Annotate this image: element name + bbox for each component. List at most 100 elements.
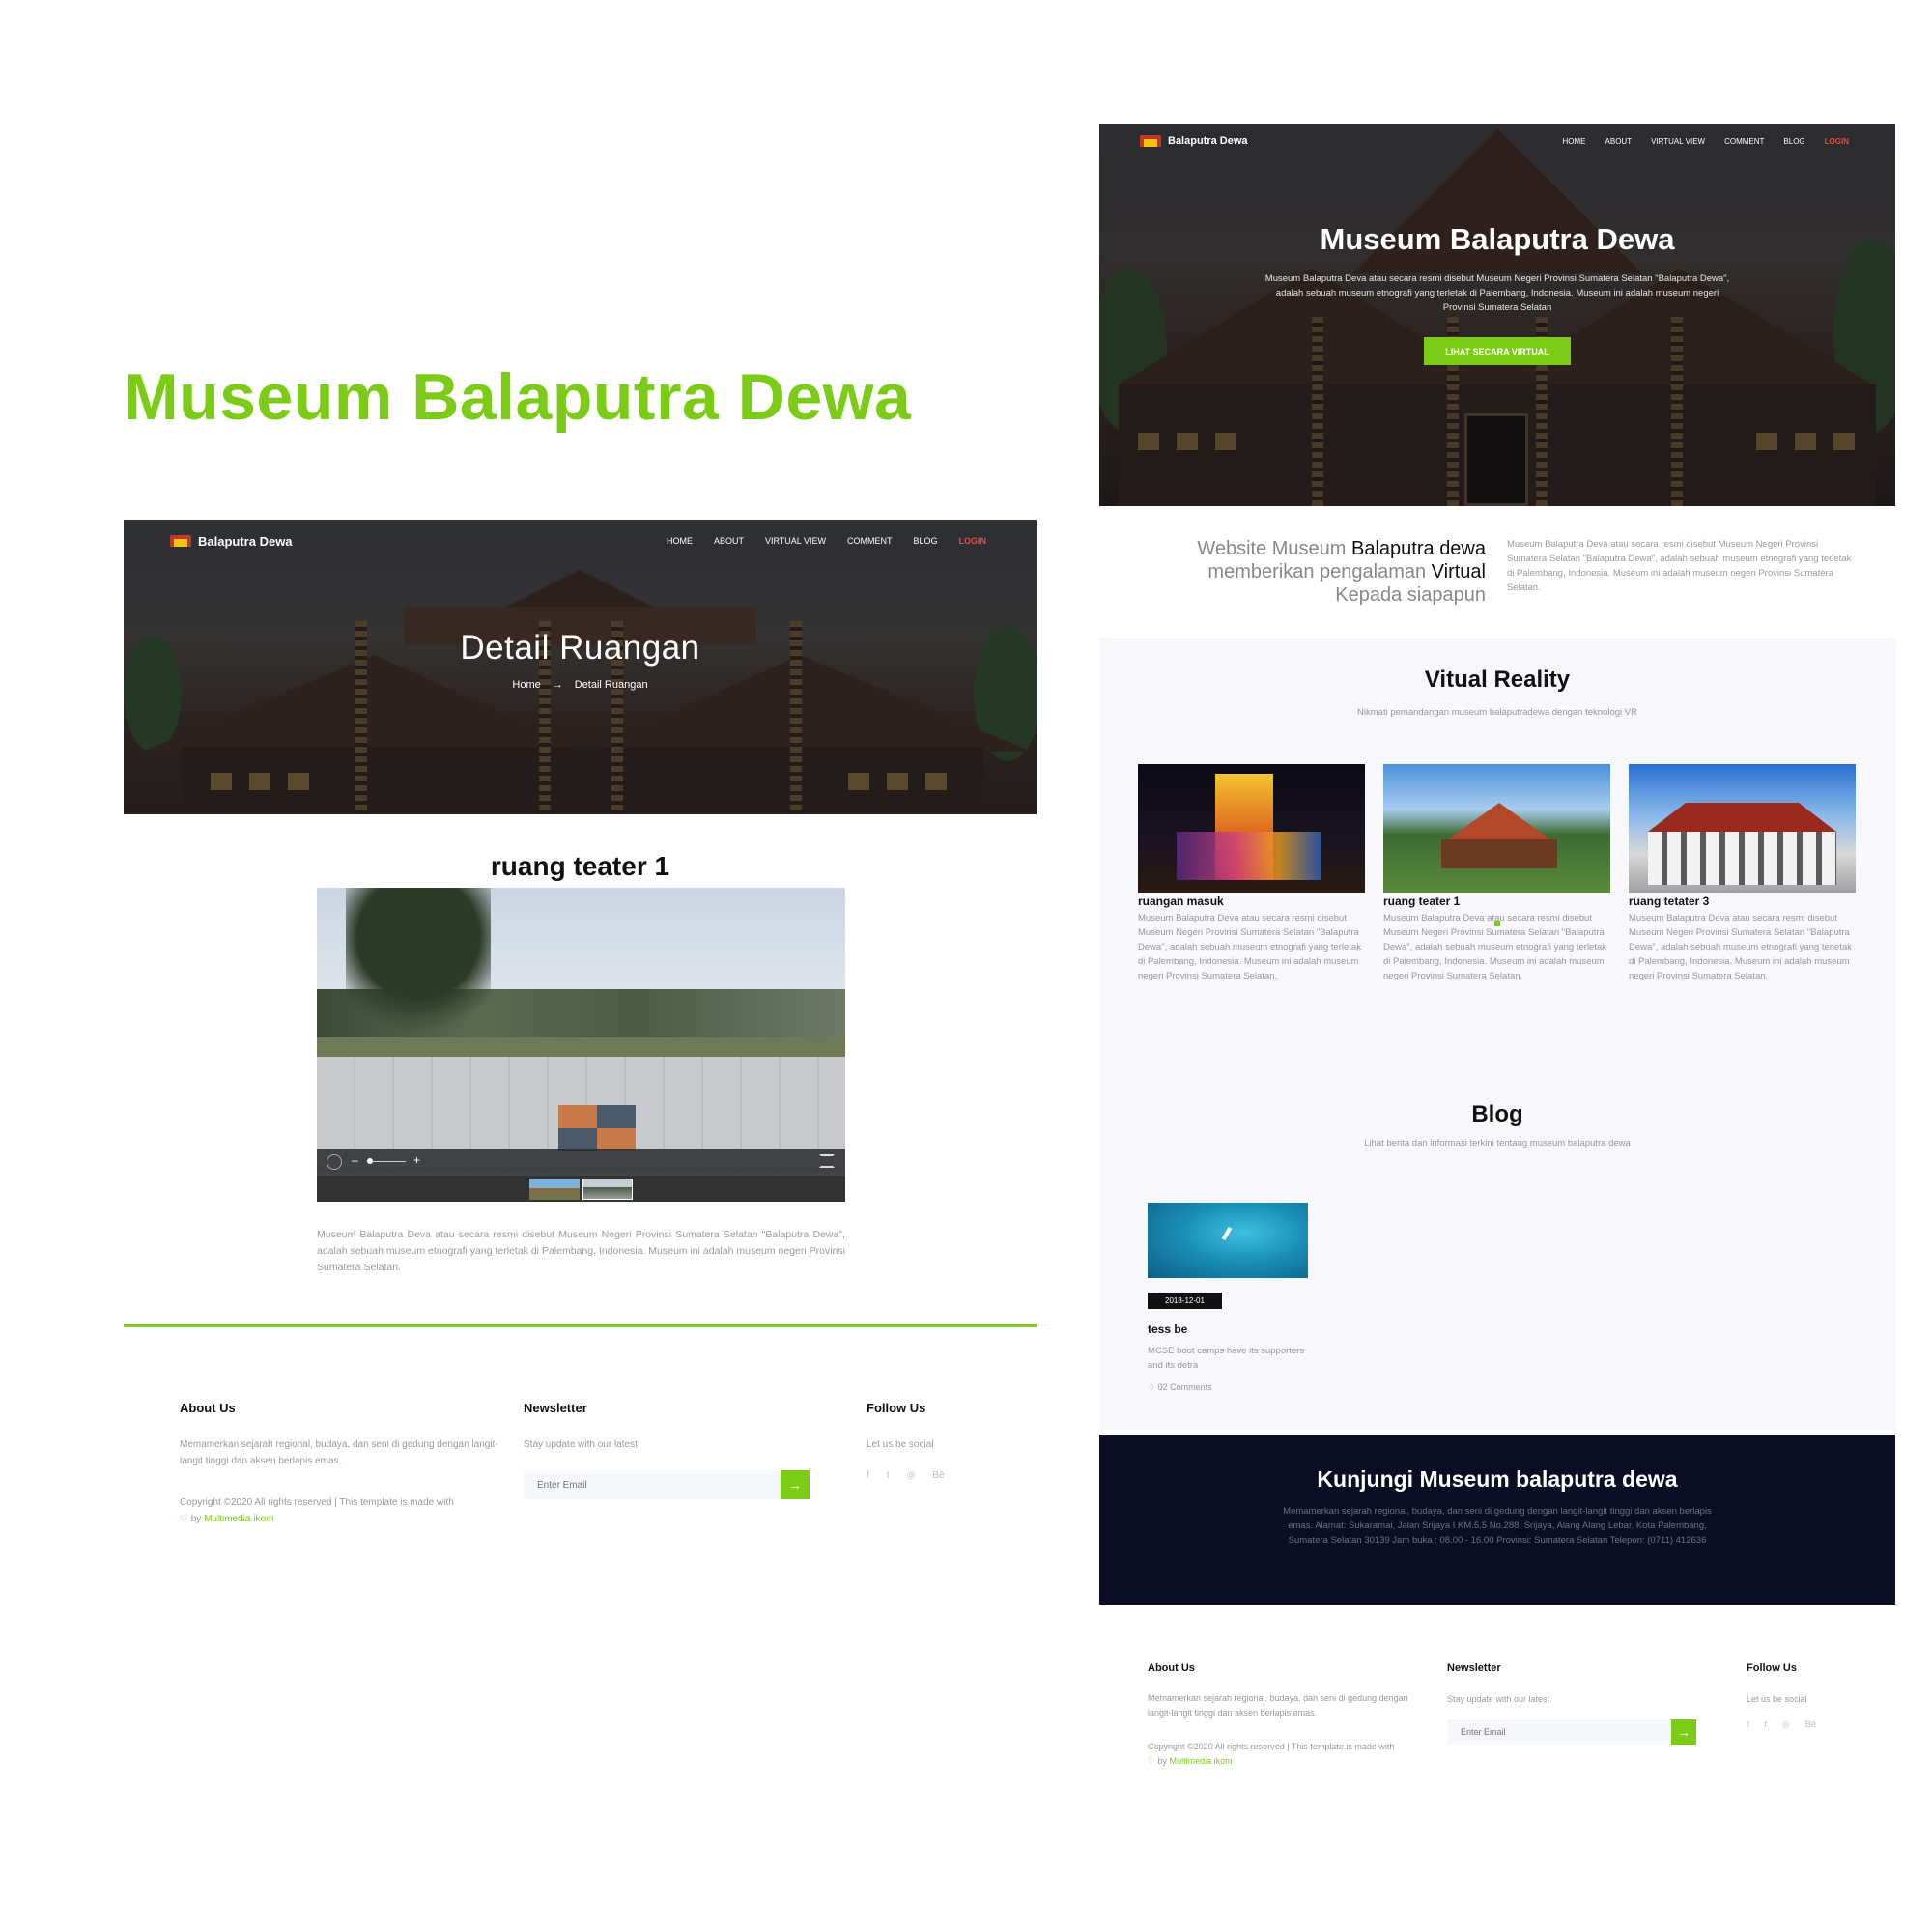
- by-text: by: [187, 1514, 205, 1524]
- footer-follow: Follow Us Let us be social f t ◎ Bē: [1747, 1662, 1872, 1730]
- panorama-viewer[interactable]: – +: [317, 888, 845, 1202]
- navbar: Balaputra Dewa HOME ABOUT VIRTUAL VIEW C…: [1099, 124, 1895, 158]
- boat-shape: [1221, 1226, 1233, 1241]
- visit-banner: Kunjungi Museum balaputra dewa Memamerka…: [1099, 1435, 1895, 1605]
- intro-line-3: Kepada siapapun: [1335, 584, 1486, 606]
- footer-about: About Us Memamerkan sejarah regional, bu…: [180, 1401, 498, 1527]
- arrow-right-icon: →: [552, 679, 563, 691]
- vr-card-text: Museum Balaputra Deva atau secara resmi …: [1138, 913, 1361, 981]
- blog-post-title[interactable]: tess be: [1148, 1322, 1312, 1336]
- showcase-title: Museum Balaputra Dewa: [124, 360, 912, 434]
- footer-newsletter: Newsletter Stay update with our latest →: [1447, 1662, 1698, 1745]
- vr-card-image: [1138, 764, 1365, 893]
- vr-card-image: [1383, 764, 1610, 893]
- behance-icon[interactable]: Bē: [1805, 1719, 1816, 1730]
- follow-title: Follow Us: [867, 1401, 926, 1415]
- footer-about-text: Memamerkan sejarah regional, budaya, dan…: [1148, 1693, 1408, 1718]
- footer-about-title: About Us: [180, 1401, 236, 1415]
- email-input[interactable]: [524, 1470, 781, 1499]
- subscribe-button[interactable]: →: [781, 1470, 810, 1499]
- floor-tile: [597, 1105, 636, 1128]
- scene-thumbnail[interactable]: [529, 1179, 580, 1200]
- fullscreen-icon[interactable]: [819, 1154, 835, 1168]
- room-title: ruang teater 1: [490, 851, 670, 881]
- author-link[interactable]: Multimedia ikom: [1170, 1756, 1233, 1766]
- dribbble-icon[interactable]: ◎: [907, 1470, 916, 1481]
- copyright: Copyright ©2020 All rights reserved | Th…: [1148, 1740, 1428, 1769]
- brand-logo[interactable]: Balaputra Dewa: [170, 534, 293, 549]
- lights-shape: [1177, 832, 1321, 880]
- dribbble-icon[interactable]: ◎: [1782, 1719, 1790, 1730]
- heart-icon: ♡: [180, 1514, 188, 1524]
- vr-card-text: Museum Balaputra Deva atau secara resmi …: [1629, 913, 1852, 981]
- home-page-mockup: Balaputra Dewa HOME ABOUT VIRTUAL VIEW C…: [1099, 124, 1895, 1804]
- blog-post[interactable]: 2018-12-01 tess be MCSE boot camps have …: [1148, 1203, 1312, 1393]
- blog-post-comments[interactable]: ♢ 02 Comments: [1148, 1382, 1312, 1393]
- compass-icon[interactable]: [327, 1154, 342, 1170]
- zoom-slider[interactable]: [367, 1161, 406, 1162]
- hero-text: Museum Balaputra Deva atau secara resmi …: [1264, 273, 1730, 313]
- blog-post-date: 2018-12-01: [1148, 1293, 1222, 1309]
- breadcrumb-home[interactable]: Home: [512, 679, 540, 691]
- carousel-dot[interactable]: [1494, 921, 1500, 926]
- nav-about[interactable]: ABOUT: [1605, 137, 1633, 146]
- building-facade: [1648, 832, 1836, 885]
- vr-card[interactable]: ruang tetater 3 Museum Balaputra Deva at…: [1629, 764, 1856, 983]
- zoom-in-button[interactable]: +: [413, 1153, 420, 1167]
- vr-card[interactable]: ruang teater 1 Museum Balaputra Deva ata…: [1383, 764, 1610, 983]
- nav-about[interactable]: ABOUT: [714, 536, 744, 546]
- copyright-text: Copyright ©2020 All rights reserved | Th…: [180, 1497, 454, 1508]
- nav-home[interactable]: HOME: [667, 536, 693, 546]
- view-virtual-button[interactable]: LIHAT SECARA VIRTUAL: [1424, 337, 1571, 365]
- zoom-slider-handle[interactable]: [367, 1158, 373, 1164]
- blog-post-excerpt: MCSE boot camps have its supporters and …: [1148, 1346, 1305, 1371]
- museum-logo-icon: [1140, 135, 1161, 147]
- footer-newsletter: Newsletter Stay update with our latest →: [524, 1401, 813, 1499]
- intro-text: Museum Balaputra Deva atau secara resmi …: [1507, 539, 1852, 593]
- hero-overlay: [1099, 124, 1895, 506]
- nav-virtual-view[interactable]: VIRTUAL VIEW: [1651, 137, 1705, 146]
- twitter-icon[interactable]: t: [887, 1470, 890, 1481]
- email-input[interactable]: [1447, 1719, 1671, 1745]
- nav-virtual-view[interactable]: VIRTUAL VIEW: [765, 536, 826, 546]
- floor-tile: [558, 1105, 597, 1128]
- facebook-icon[interactable]: f: [867, 1470, 869, 1481]
- follow-text: Let us be social: [867, 1439, 934, 1450]
- nav-blog[interactable]: BLOG: [1783, 137, 1804, 146]
- nav-comment[interactable]: COMMENT: [1724, 137, 1764, 146]
- detail-page-mockup: Balaputra Dewa HOME ABOUT VIRTUAL VIEW C…: [124, 520, 1037, 1544]
- facebook-icon[interactable]: f: [1747, 1719, 1749, 1730]
- social-links: f t ◎ Bē: [867, 1470, 1011, 1481]
- twitter-icon[interactable]: t: [1765, 1719, 1768, 1730]
- blog-post-image: [1148, 1203, 1308, 1278]
- vr-title: Vitual Reality: [1424, 667, 1571, 693]
- vr-card-title: ruang teater 1: [1383, 895, 1461, 908]
- nav-home[interactable]: HOME: [1563, 137, 1586, 146]
- footer-about-text: Memamerkan sejarah regional, budaya, dan…: [180, 1439, 498, 1466]
- comment-icon: ♢: [1148, 1382, 1158, 1392]
- nav-blog[interactable]: BLOG: [913, 536, 937, 546]
- intro-line-2: memberikan pengalaman: [1208, 561, 1432, 582]
- intro-section: Website Museum Balaputra dewa memberikan…: [1099, 537, 1895, 614]
- navbar: Balaputra Dewa HOME ABOUT VIRTUAL VIEW C…: [124, 520, 1037, 562]
- author-link[interactable]: Multimedia ikom: [204, 1514, 273, 1524]
- nav-login[interactable]: LOGIN: [959, 536, 987, 546]
- vr-card-title: ruangan masuk: [1138, 895, 1224, 908]
- nav-links: HOME ABOUT VIRTUAL VIEW COMMENT BLOG LOG…: [1563, 137, 1849, 146]
- comment-count: 02 Comments: [1157, 1382, 1212, 1392]
- vr-card-title: ruang tetater 3: [1629, 895, 1710, 908]
- vr-card[interactable]: ruangan masuk Museum Balaputra Deva atau…: [1138, 764, 1365, 983]
- brand-logo[interactable]: Balaputra Dewa: [1140, 135, 1248, 147]
- vr-card-image: [1629, 764, 1856, 893]
- subscribe-button[interactable]: →: [1671, 1719, 1696, 1745]
- brand-name: Balaputra Dewa: [198, 533, 293, 549]
- divider: [124, 1324, 1037, 1327]
- behance-icon[interactable]: Bē: [932, 1470, 944, 1481]
- vr-section: Vitual Reality Nikmati pemandangan museu…: [1099, 638, 1895, 1430]
- nav-comment[interactable]: COMMENT: [847, 536, 893, 546]
- roof-shape: [1445, 803, 1553, 841]
- zoom-out-button[interactable]: –: [352, 1153, 358, 1167]
- follow-text: Let us be social: [1747, 1694, 1807, 1704]
- scene-thumbnail[interactable]: [582, 1179, 633, 1200]
- nav-login[interactable]: LOGIN: [1825, 137, 1849, 146]
